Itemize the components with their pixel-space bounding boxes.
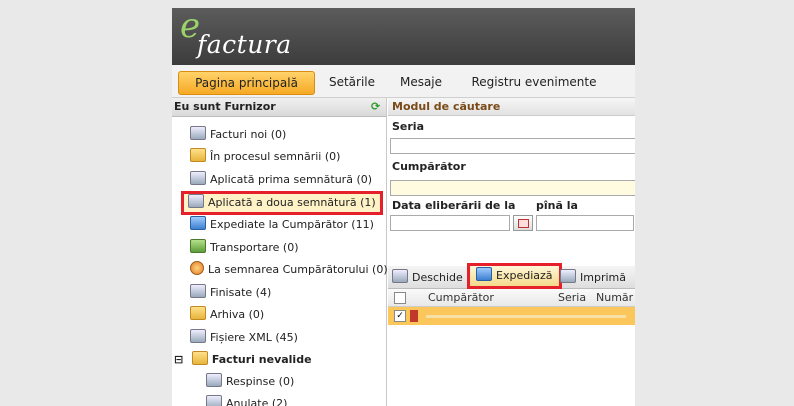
send-icon	[190, 216, 206, 230]
open-document-icon	[392, 269, 408, 283]
print-icon	[560, 269, 576, 283]
rejected-document-icon	[206, 373, 222, 387]
sidebar-item-respinse[interactable]: Respinse (0)	[206, 373, 294, 391]
sidebar-item-expediate[interactable]: Expediate la Cumpărător (11)	[190, 216, 374, 234]
column-numar[interactable]: Număr	[596, 289, 633, 306]
sidebar-item-arhiva[interactable]: Arhiva (0)	[190, 306, 264, 324]
main-tabs: Pagina principală Setările Mesaje Regist…	[172, 65, 635, 98]
row-checkbox[interactable]: ✓	[394, 310, 406, 322]
date-to-field[interactable]	[536, 215, 634, 231]
grid-header: Cumpărător Seria Număr	[388, 289, 635, 307]
clock-icon	[190, 261, 204, 275]
document-icon	[190, 126, 206, 140]
cumparator-field[interactable]	[390, 180, 635, 196]
select-all-checkbox[interactable]	[394, 292, 406, 304]
folder-icon	[190, 148, 206, 162]
signed-document-icon	[188, 194, 204, 208]
invoice-icon	[410, 310, 418, 322]
folder-icon	[190, 306, 206, 320]
seria-field[interactable]	[390, 138, 635, 154]
collapse-icon[interactable]: ⊟	[174, 351, 186, 369]
seria-label: Seria	[392, 120, 425, 133]
deschide-button[interactable]: Deschide	[392, 269, 463, 285]
search-panel: Modul de căutare Seria Cumpărător Data e…	[388, 98, 635, 406]
efactura-window: e factura Pagina principală Setările Mes…	[172, 8, 635, 406]
table-row[interactable]: ✓	[388, 307, 635, 325]
sidebar-item-prima-semnatura[interactable]: Aplicată prima semnătură (0)	[190, 171, 372, 189]
grid-toolbar: Deschide Expediază Imprimă	[388, 263, 635, 289]
tab-pagina-principala[interactable]: Pagina principală	[178, 71, 315, 95]
column-cumparator[interactable]: Cumpărător	[428, 289, 494, 306]
sidebar-item-anulate[interactable]: Anulate (2)	[206, 395, 287, 406]
sidebar-item-finisate[interactable]: Finisate (4)	[190, 284, 271, 302]
supplier-sidebar: Eu sunt Furnizor ⟳ Facturi noi (0) În pr…	[172, 98, 388, 406]
tab-registru-evenimente[interactable]: Registru evenimente	[464, 71, 604, 93]
sidebar-title: Eu sunt Furnizor ⟳	[172, 98, 386, 117]
app-header: e factura	[172, 8, 635, 65]
sidebar-item-a-doua-semnatura[interactable]: Aplicată a doua semnătură (1)	[181, 191, 383, 215]
tab-setarile[interactable]: Setările	[322, 71, 382, 93]
calendar-icon[interactable]	[513, 215, 533, 231]
sidebar-item-facturi-noi[interactable]: Facturi noi (0)	[190, 126, 286, 144]
imprima-button[interactable]: Imprimă	[560, 269, 626, 285]
sidebar-group-facturi-nevalide[interactable]: ⊟ Facturi nevalide	[174, 351, 312, 369]
refresh-icon[interactable]: ⟳	[371, 101, 382, 112]
date-to-label: pînă la	[536, 199, 578, 212]
cancelled-document-icon	[206, 395, 222, 406]
folder-icon	[191, 351, 208, 365]
document-icon	[190, 329, 206, 343]
invoice-grid: Deschide Expediază Imprimă Cumpărător Se…	[388, 263, 635, 406]
document-icon	[190, 284, 206, 298]
date-from-label: Data eliberării de la	[392, 199, 516, 212]
redacted-row-data	[426, 315, 626, 318]
truck-icon	[190, 239, 206, 253]
send-icon	[476, 267, 492, 281]
search-title: Modul de căutare	[388, 98, 635, 116]
date-from-field[interactable]	[390, 215, 510, 231]
sidebar-item-in-procesul-semnarii[interactable]: În procesul semnării (0)	[190, 148, 340, 166]
expediaza-button[interactable]: Expediază	[467, 263, 562, 289]
sidebar-item-fisiere-xml[interactable]: Fișiere XML (45)	[190, 329, 298, 347]
tab-mesaje[interactable]: Mesaje	[396, 71, 446, 93]
cumparator-label: Cumpărător	[392, 160, 466, 173]
signed-document-icon	[190, 171, 206, 185]
sidebar-item-semnarea-cumparatorului[interactable]: La semnarea Cumpărătorului (0)	[190, 261, 388, 279]
sidebar-item-transportare[interactable]: Transportare (0)	[190, 239, 298, 257]
column-seria[interactable]: Seria	[558, 289, 586, 306]
